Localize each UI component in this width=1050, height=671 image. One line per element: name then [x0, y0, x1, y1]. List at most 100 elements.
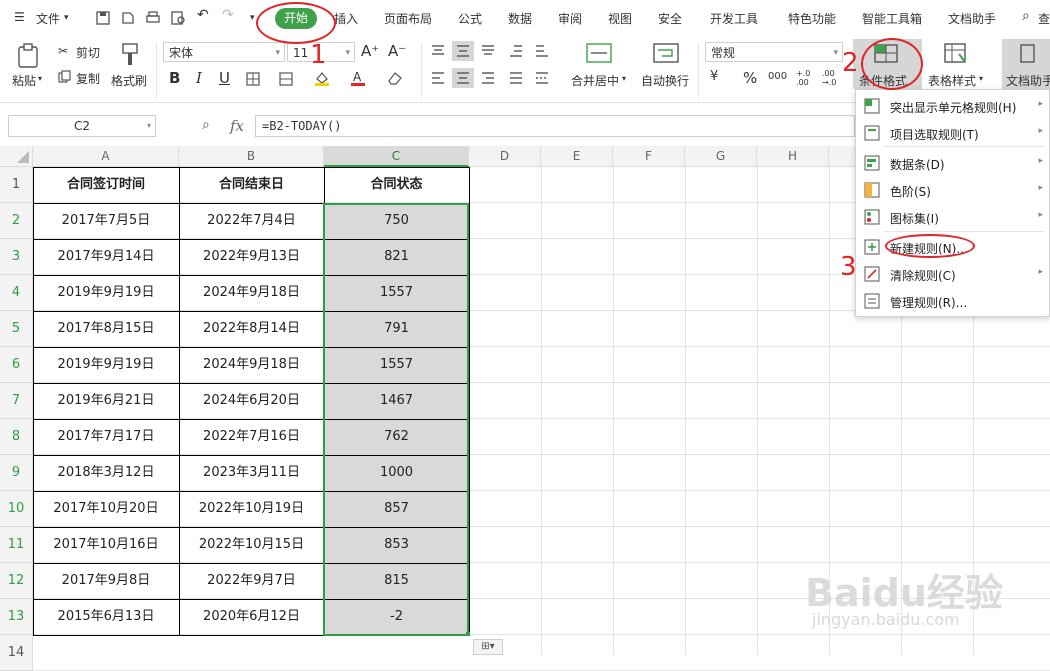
- export-icon[interactable]: [120, 10, 136, 26]
- menu-item-highlight-rules[interactable]: 突出显示单元格规则(H) ▸: [856, 93, 1049, 119]
- percent-button[interactable]: %: [743, 69, 757, 87]
- italic-button[interactable]: I: [196, 69, 202, 87]
- row-header[interactable]: 12: [0, 563, 33, 599]
- font-color-icon[interactable]: A: [349, 69, 367, 87]
- clear-format-icon[interactable]: [386, 70, 404, 86]
- number-format-select[interactable]: 常规 ▾: [705, 42, 843, 62]
- search-icon[interactable]: ⌕: [1022, 8, 1030, 24]
- row-header[interactable]: 7: [0, 383, 33, 419]
- row-header[interactable]: 4: [0, 275, 33, 311]
- table-style-dropdown-icon[interactable]: ▾: [979, 74, 983, 83]
- tab-doc-helper[interactable]: 文档助手: [948, 10, 996, 27]
- decrease-indent-icon[interactable]: [508, 44, 524, 58]
- increase-indent-icon[interactable]: [534, 44, 550, 58]
- format-painter-icon[interactable]: [118, 42, 142, 68]
- column-header-h[interactable]: H: [757, 146, 829, 167]
- doc-helper-button[interactable]: 文档助手: [1002, 39, 1050, 89]
- paste-icon[interactable]: [16, 42, 42, 70]
- tab-developer[interactable]: 开发工具: [710, 10, 758, 27]
- fill-color-icon[interactable]: [313, 69, 331, 87]
- menu-item-color-scales[interactable]: 色阶(S) ▸: [856, 177, 1049, 203]
- row-header[interactable]: 13: [0, 599, 33, 635]
- borders-icon[interactable]: [245, 71, 261, 87]
- paste-dropdown-icon[interactable]: ▾: [38, 74, 42, 83]
- cut-button[interactable]: 剪切: [76, 44, 100, 61]
- hamburger-icon[interactable]: ☰: [14, 10, 25, 24]
- quick-analysis-button[interactable]: ⊞▾: [473, 639, 503, 655]
- justify-icon[interactable]: [508, 71, 524, 85]
- name-box[interactable]: C2 ▾: [8, 115, 156, 137]
- scissors-icon[interactable]: ✂: [58, 44, 68, 58]
- increase-decimal-button[interactable]: +.0 .00: [796, 69, 816, 87]
- increase-font-icon[interactable]: A⁺: [361, 42, 379, 60]
- align-right-icon[interactable]: [480, 71, 496, 85]
- fill-handle[interactable]: [466, 632, 470, 636]
- row-header[interactable]: 6: [0, 347, 33, 383]
- tab-insert[interactable]: 插入: [334, 10, 358, 27]
- currency-button[interactable]: ¥: [710, 69, 718, 84]
- print-preview-icon[interactable]: [170, 10, 186, 26]
- column-header-a[interactable]: A: [33, 146, 179, 167]
- menu-item-icon-sets[interactable]: 图标集(I) ▸: [856, 204, 1049, 230]
- thousands-button[interactable]: 000: [768, 71, 787, 82]
- column-header-d[interactable]: D: [469, 146, 541, 167]
- fx-icon[interactable]: fx: [230, 117, 244, 135]
- align-bottom-icon[interactable]: [480, 44, 496, 58]
- row-header[interactable]: 2: [0, 203, 33, 239]
- row-header[interactable]: 9: [0, 455, 33, 491]
- tab-formulas[interactable]: 公式: [458, 10, 482, 27]
- undo-icon[interactable]: ↶: [197, 7, 209, 23]
- tab-page-layout[interactable]: 页面布局: [384, 10, 432, 27]
- tab-smart-toolbox[interactable]: 智能工具箱: [862, 10, 922, 27]
- search-label[interactable]: 查: [1038, 10, 1050, 27]
- row-header[interactable]: 14: [0, 635, 33, 671]
- tab-security[interactable]: 安全: [658, 10, 682, 27]
- distribute-icon[interactable]: [534, 71, 550, 85]
- cell-style-icon[interactable]: [278, 71, 294, 87]
- copy-button[interactable]: 复制: [76, 70, 100, 87]
- menu-item-manage-rules[interactable]: 管理规则(R)...: [856, 288, 1049, 314]
- merge-center-icon[interactable]: [585, 42, 613, 66]
- zoom-lookup-icon[interactable]: ⌕: [202, 117, 210, 133]
- align-center-button[interactable]: [452, 68, 474, 88]
- merge-dropdown-icon[interactable]: ▾: [622, 74, 626, 83]
- align-left-icon[interactable]: [430, 71, 446, 85]
- select-all-corner[interactable]: [0, 146, 33, 167]
- underline-button[interactable]: U: [219, 69, 230, 87]
- paste-label[interactable]: 粘贴: [12, 72, 36, 89]
- table-style-button[interactable]: 表格样式: [928, 72, 976, 89]
- align-middle-button[interactable]: [452, 41, 474, 61]
- file-menu[interactable]: 文件: [36, 10, 60, 27]
- tab-data[interactable]: 数据: [508, 10, 532, 27]
- column-header-c[interactable]: C: [324, 146, 469, 167]
- wrap-text-icon[interactable]: [652, 42, 680, 66]
- align-top-icon[interactable]: [430, 44, 446, 58]
- column-header-e[interactable]: E: [541, 146, 613, 167]
- print-icon[interactable]: [145, 10, 161, 26]
- chevron-down-icon[interactable]: ▾: [64, 13, 69, 23]
- bold-button[interactable]: B: [169, 69, 180, 87]
- formula-input[interactable]: =B2-TODAY(): [255, 115, 855, 137]
- table-style-icon[interactable]: [943, 42, 969, 66]
- tab-review[interactable]: 审阅: [558, 10, 582, 27]
- decrease-font-icon[interactable]: A⁻: [388, 42, 406, 60]
- wrap-text-button[interactable]: 自动换行: [641, 72, 689, 89]
- quick-access-dropdown-icon[interactable]: ▾: [250, 13, 255, 23]
- column-header-f[interactable]: F: [613, 146, 685, 167]
- font-name-select[interactable]: 宋体 ▾: [163, 42, 285, 62]
- row-header[interactable]: 8: [0, 419, 33, 455]
- save-icon[interactable]: [95, 10, 111, 26]
- redo-icon[interactable]: ↷: [222, 7, 234, 23]
- row-header[interactable]: 5: [0, 311, 33, 347]
- menu-item-data-bars[interactable]: 数据条(D) ▸: [856, 150, 1049, 176]
- column-header-b[interactable]: B: [179, 146, 324, 167]
- row-header[interactable]: 1: [0, 167, 33, 203]
- row-header[interactable]: 11: [0, 527, 33, 563]
- menu-item-clear-rules[interactable]: 清除规则(C) ▸: [856, 261, 1049, 287]
- merge-center-button[interactable]: 合并居中: [571, 72, 619, 89]
- row-header[interactable]: 10: [0, 491, 33, 527]
- tab-view[interactable]: 视图: [608, 10, 632, 27]
- menu-item-top-bottom-rules[interactable]: 项目选取规则(T) ▸: [856, 120, 1049, 146]
- row-header[interactable]: 3: [0, 239, 33, 275]
- copy-icon[interactable]: [58, 70, 72, 84]
